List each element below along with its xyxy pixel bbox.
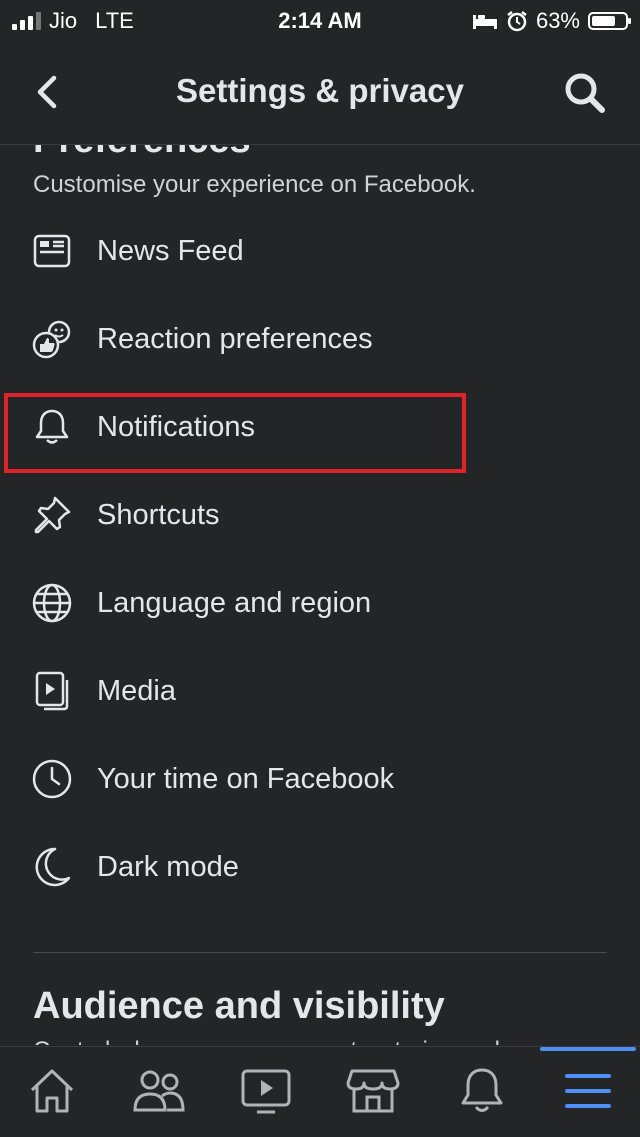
settings-item-dark-mode[interactable]: Dark mode <box>0 823 640 911</box>
settings-item-shortcuts[interactable]: Shortcuts <box>0 471 640 559</box>
battery-icon <box>588 12 631 30</box>
tab-marketplace[interactable] <box>343 1061 403 1121</box>
globe-icon <box>30 581 74 625</box>
battery-percent: 63% <box>535 8 580 33</box>
header: Settings & privacy <box>0 40 640 145</box>
settings-item-label: News Feed <box>97 234 244 267</box>
active-tab-indicator <box>540 1047 636 1051</box>
settings-item-reaction-preferences[interactable]: Reaction preferences <box>0 295 640 383</box>
highlight-box <box>4 393 466 473</box>
media-icon <box>30 669 74 713</box>
moon-icon <box>30 845 74 889</box>
tab-watch[interactable] <box>236 1061 296 1121</box>
bed-icon <box>472 15 497 29</box>
alarm-icon <box>507 11 527 32</box>
page-title: Settings & privacy <box>176 72 464 109</box>
settings-item-label: Your time on Facebook <box>97 762 395 795</box>
friends-icon <box>133 1070 185 1112</box>
section-subtitle-audience: Control who can see your posts, stories … <box>33 1037 500 1045</box>
news-feed-icon <box>30 229 74 273</box>
tab-notifications[interactable] <box>452 1061 512 1121</box>
settings-item-label: Media <box>97 674 176 707</box>
section-title-preferences: Preferences <box>33 145 251 162</box>
marketplace-icon <box>346 1069 400 1113</box>
settings-list[interactable]: Preferences Customise your experience on… <box>0 145 640 1045</box>
section-title-audience: Audience and visibility <box>33 985 445 1027</box>
section-subtitle-preferences: Customise your experience on Facebook. <box>33 171 476 198</box>
settings-item-time-on-facebook[interactable]: Your time on Facebook <box>0 735 640 823</box>
reaction-icon <box>30 317 74 361</box>
settings-item-label: Dark mode <box>97 850 239 883</box>
tab-bar <box>0 1046 640 1137</box>
home-icon <box>30 1069 74 1113</box>
watch-icon <box>241 1069 291 1114</box>
clock-icon <box>30 757 74 801</box>
settings-item-language-region[interactable]: Language and region <box>0 559 640 647</box>
tab-menu[interactable] <box>558 1061 618 1121</box>
settings-item-news-feed[interactable]: News Feed <box>0 207 640 295</box>
settings-item-media[interactable]: Media <box>0 647 640 735</box>
settings-item-label: Reaction preferences <box>97 322 373 355</box>
section-divider <box>33 952 607 953</box>
tab-friends[interactable] <box>129 1061 189 1121</box>
notifications-icon <box>461 1068 503 1112</box>
search-icon[interactable] <box>562 70 606 114</box>
settings-item-label: Language and region <box>97 586 372 619</box>
menu-icon <box>565 1074 611 1108</box>
tab-home[interactable] <box>22 1061 82 1121</box>
pin-icon <box>30 493 74 537</box>
settings-item-label: Shortcuts <box>97 498 220 531</box>
status-bar: Jio LTE 2:14 AM 63% <box>0 0 640 40</box>
